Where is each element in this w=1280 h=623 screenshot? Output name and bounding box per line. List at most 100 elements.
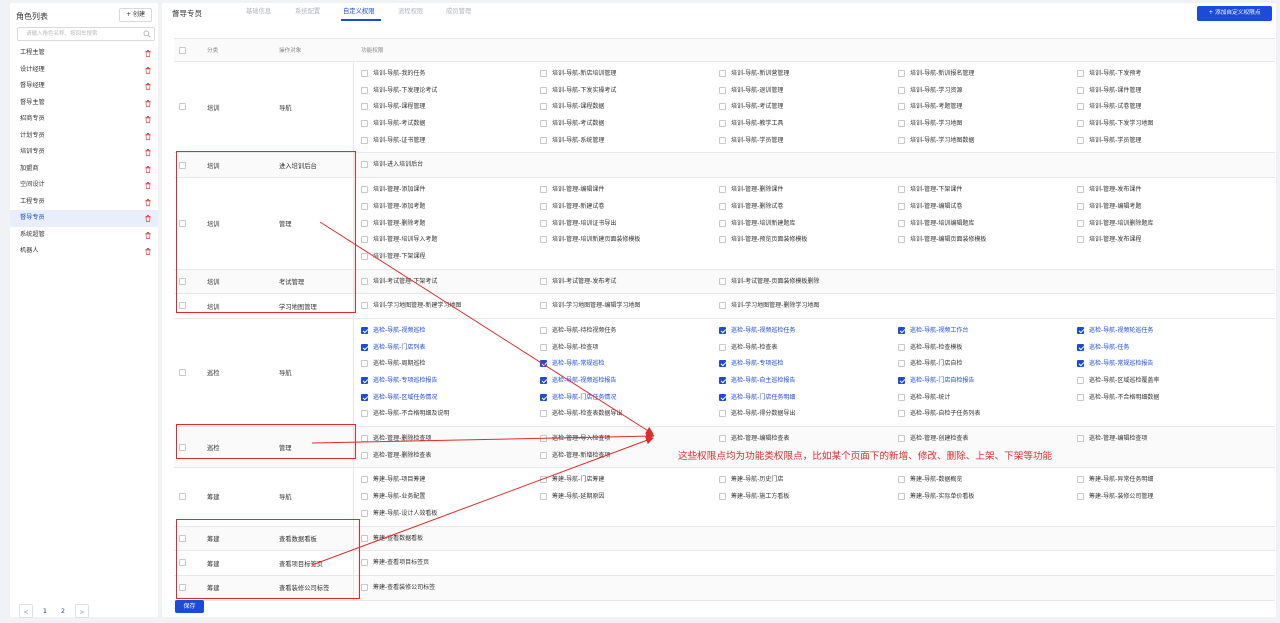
row-checkbox[interactable] [179,103,186,111]
permission-item[interactable]: 巡检-管理-创建检查表 [891,431,1070,448]
delete-icon[interactable] [145,248,151,255]
permission-item[interactable]: 巡检-导航-常规巡检报告 [1070,356,1249,373]
permission-checkbox[interactable] [540,343,547,351]
permission-item[interactable]: 培训-导航-试卷管理 [1070,99,1249,116]
permission-item[interactable]: 培训-导航-新店培训管理 [533,66,712,83]
pagination-page-1[interactable]: 1 [38,604,52,618]
role-search-input[interactable] [18,28,138,40]
role-item[interactable]: 加盟商 [10,161,158,178]
permission-checkbox[interactable] [361,70,368,77]
role-item[interactable]: 设计经理 [10,62,158,79]
delete-icon[interactable] [145,165,151,173]
permission-item[interactable]: 培训-导航-我的任务 [354,66,533,83]
permission-item[interactable]: 培训-管理-新建试卷 [533,199,712,216]
permission-checkbox[interactable] [361,583,368,591]
permission-item[interactable]: 筹建-导航-施工方看板 [712,489,891,506]
delete-icon[interactable] [145,50,151,57]
permission-checkbox[interactable] [898,377,905,384]
role-item[interactable]: 工程专员 [10,194,158,211]
permission-item[interactable]: 巡检-导航-自主巡检报告 [712,373,891,390]
search-icon[interactable] [143,30,151,38]
tab[interactable]: 成员管理 [446,6,471,15]
permission-checkbox[interactable] [1077,326,1084,334]
permission-checkbox[interactable] [361,476,368,484]
permission-item[interactable]: 巡检-导航-检查表 [712,340,891,357]
permission-checkbox[interactable] [361,136,368,144]
permission-checkbox[interactable] [898,410,905,418]
permission-checkbox[interactable] [898,393,905,401]
delete-icon[interactable] [145,116,151,123]
permission-item[interactable]: 培训-管理-编辑课件 [533,182,712,199]
permission-item[interactable]: 筹建-导航-历史门店 [712,472,891,489]
permission-item[interactable]: 巡检-导航-视频巡检任务 [712,323,891,340]
permission-item[interactable]: 培训-导航-考试数据 [354,116,533,133]
permission-item[interactable]: 巡检-导航-常规巡检 [533,356,712,373]
permission-item[interactable]: 巡检-导航-任务 [1070,340,1249,357]
permission-item[interactable]: 培训-管理-删除课件 [712,182,891,199]
permission-checkbox[interactable] [361,393,368,401]
permission-checkbox[interactable] [1077,120,1084,128]
permission-item[interactable]: 巡检-导航-区域任务情况 [354,390,533,407]
permission-checkbox[interactable] [361,360,368,368]
permission-item[interactable]: 筹建-导航-异常任务明细 [1070,472,1249,489]
delete-icon[interactable] [145,66,151,74]
pagination-page-2[interactable]: 2 [56,604,70,618]
permission-item[interactable]: 培训-管理-培训新建题库 [712,216,891,233]
delete-icon[interactable] [145,99,151,107]
permission-checkbox[interactable] [1077,493,1084,501]
delete-icon[interactable] [145,231,151,239]
permission-checkbox[interactable] [361,435,368,443]
permission-checkbox[interactable] [1077,70,1084,77]
permission-item[interactable]: 培训-导航-课程数据 [533,99,712,116]
save-button[interactable]: 保存 [175,600,204,613]
permission-checkbox[interactable] [540,70,547,77]
permission-checkbox[interactable] [361,534,368,542]
permission-checkbox[interactable] [898,86,905,94]
permission-item[interactable]: 巡检-导航-门店任务明细 [712,390,891,407]
permission-checkbox[interactable] [898,120,905,128]
permission-checkbox[interactable] [719,202,726,210]
permission-item[interactable]: 巡检-导航-待检视频任务 [533,323,712,340]
permission-checkbox[interactable] [898,136,905,144]
permission-checkbox[interactable] [361,161,368,169]
permission-checkbox[interactable] [540,377,547,384]
permission-item[interactable]: 培训-管理-编辑试卷 [891,199,1070,216]
permission-checkbox[interactable] [719,393,726,401]
permission-item[interactable]: 培训-管理-培训证书导出 [533,216,712,233]
delete-icon[interactable] [145,83,151,90]
permission-checkbox[interactable] [540,103,547,111]
permission-checkbox[interactable] [719,435,726,443]
permission-checkbox[interactable] [898,343,905,351]
permission-checkbox[interactable] [540,136,547,144]
permission-checkbox[interactable] [540,476,547,484]
permission-checkbox[interactable] [719,236,726,244]
permission-item[interactable]: 巡检-管理-删除检查表 [354,448,533,465]
permission-item[interactable]: 巡检-管理-删除检查项 [354,431,533,448]
delete-icon[interactable] [145,182,151,189]
permission-checkbox[interactable] [719,343,726,351]
permission-checkbox[interactable] [361,103,368,111]
permission-item[interactable]: 巡检-导航-统计 [891,390,1070,407]
delete-icon[interactable] [145,198,151,206]
permission-item[interactable]: 培训-管理-添加课件 [354,182,533,199]
role-item[interactable]: 空间设计 [10,177,158,194]
permission-checkbox[interactable] [1077,219,1084,227]
permission-checkbox[interactable] [1077,236,1084,244]
permission-checkbox[interactable] [898,493,905,501]
permission-item[interactable]: 巡检-导航-视频巡检报告 [533,373,712,390]
select-all-checkbox[interactable] [179,46,186,54]
permission-item[interactable]: 巡检-导航-门店自检报告 [891,373,1070,390]
permission-item[interactable]: 筹建-查看项目标签页 [354,555,533,572]
permission-item[interactable]: 培训-导航-下发实操考试 [533,83,712,100]
permission-item[interactable]: 巡检-导航-门店列表 [354,340,533,357]
permission-checkbox[interactable] [540,277,547,285]
permission-item[interactable]: 巡检-管理-编辑检查表 [712,431,891,448]
permission-checkbox[interactable] [719,186,726,194]
permission-checkbox[interactable] [1077,136,1084,144]
permission-checkbox[interactable] [1077,202,1084,210]
role-item[interactable]: 督导主管 [10,95,158,112]
permission-item[interactable]: 培训-考试管理-下架考试 [354,274,533,291]
permission-item[interactable]: 巡检-导航-视频巡检 [354,323,533,340]
permission-checkbox[interactable] [540,202,547,210]
permission-item[interactable]: 培训-导航-学员管理 [1070,133,1249,150]
